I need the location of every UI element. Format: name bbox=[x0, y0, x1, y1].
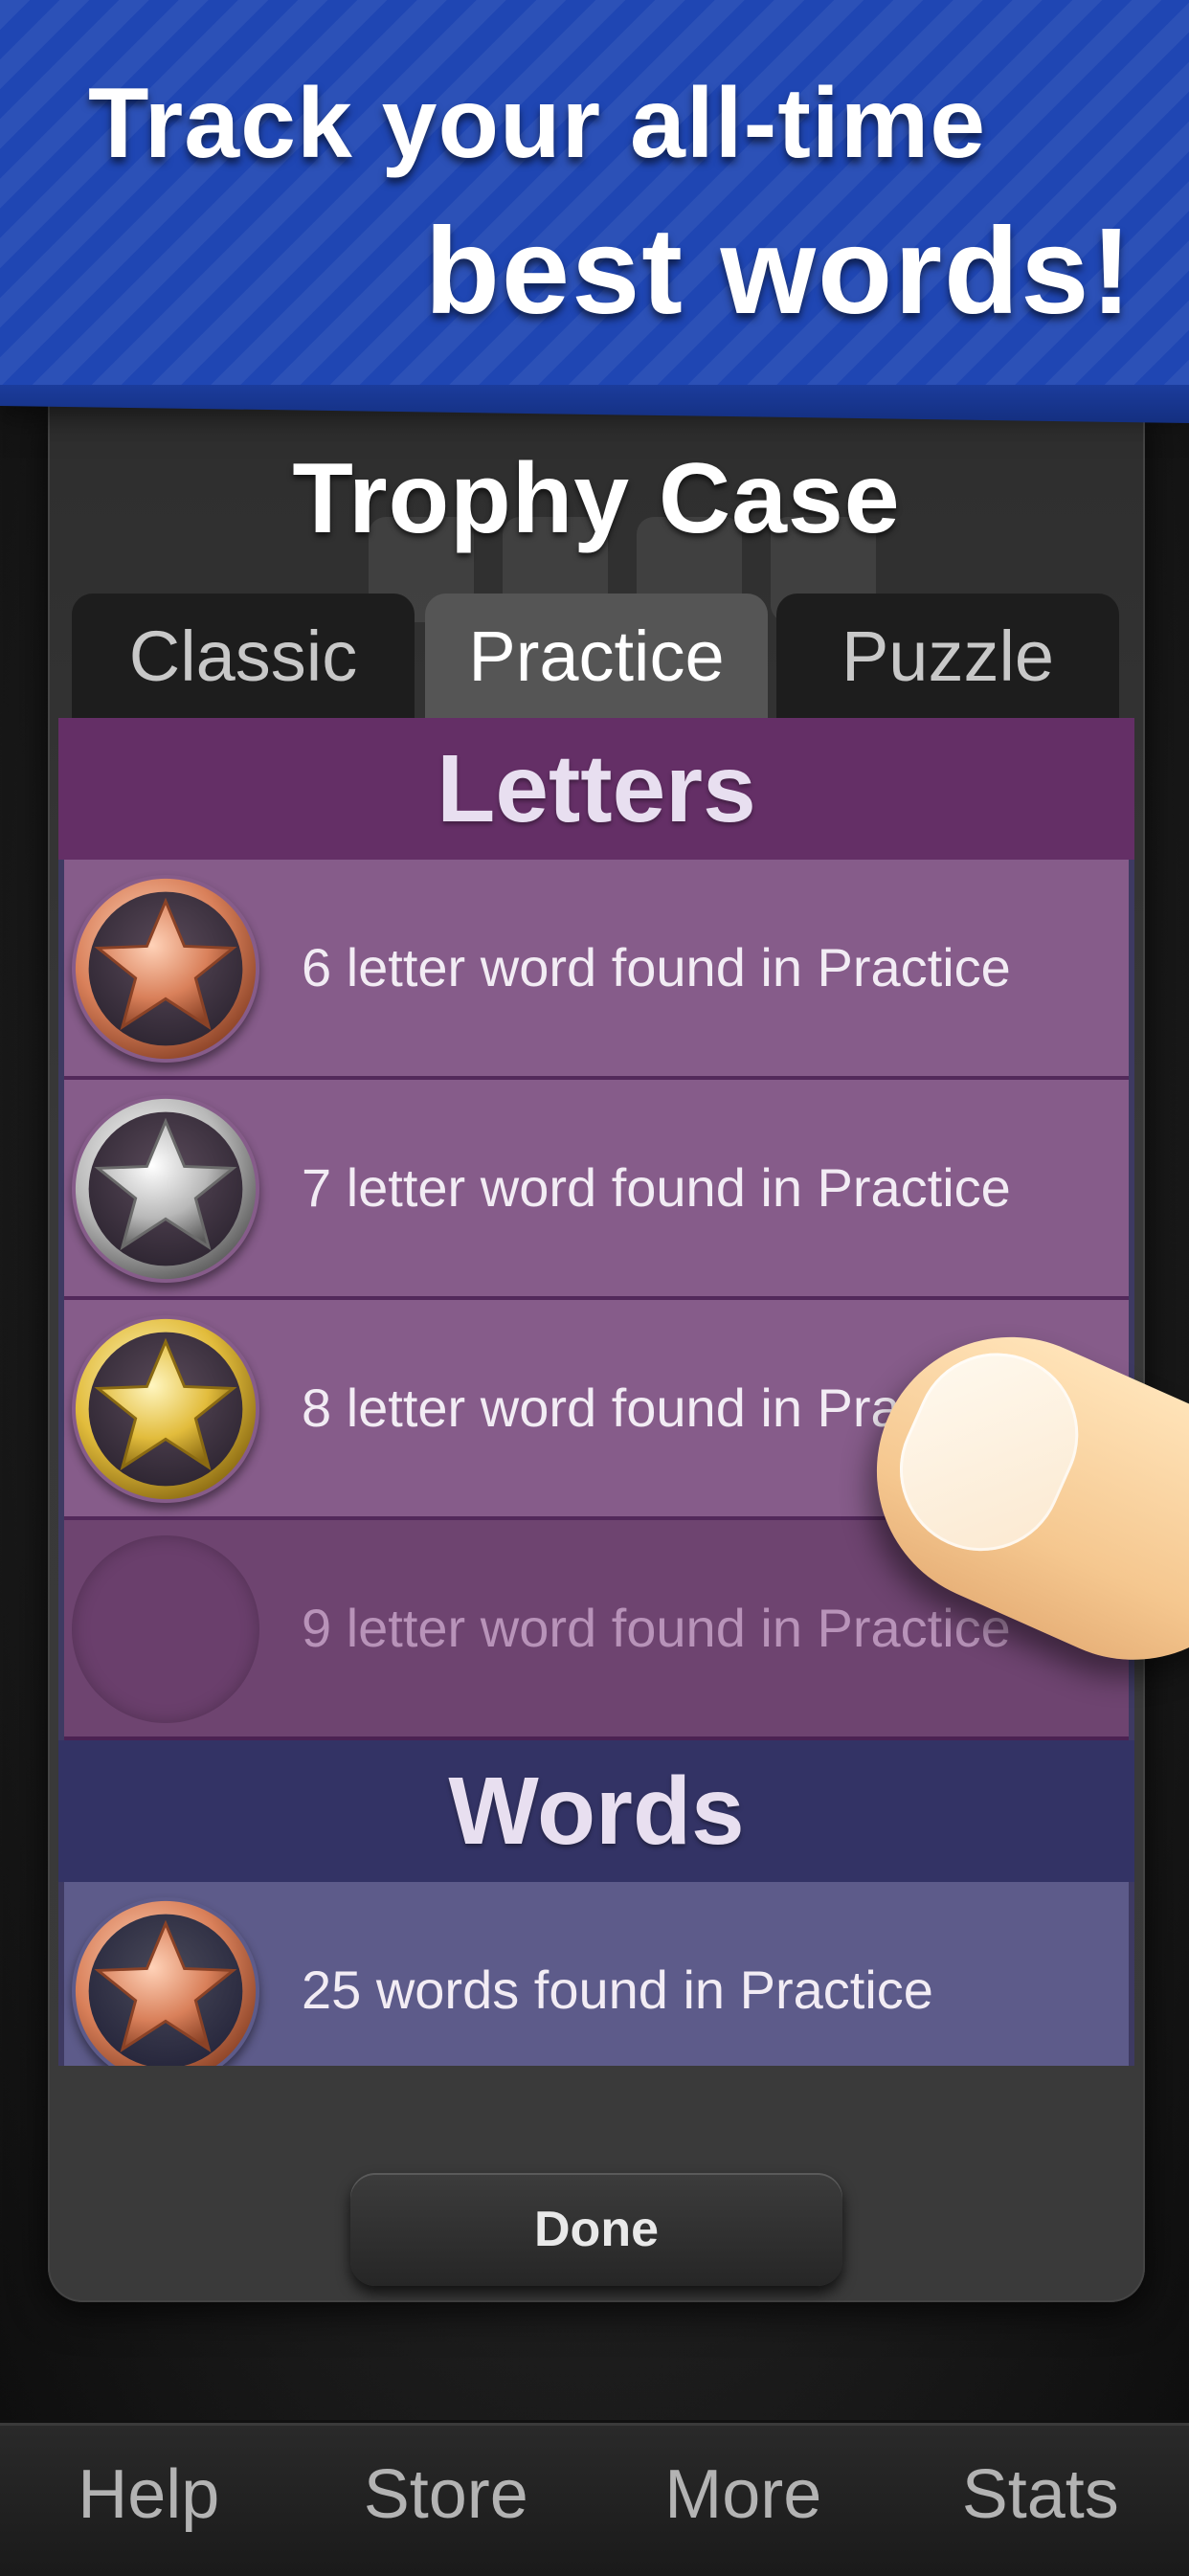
trophy-description: 25 words found in Practice bbox=[302, 1882, 933, 2066]
list-item[interactable]: 25 words found in Practice bbox=[64, 1882, 1129, 2066]
section-header-letters: Letters bbox=[58, 718, 1134, 860]
silver-star-medal-icon bbox=[72, 1095, 259, 1283]
trophy-description: 7 letter word found in Practice bbox=[302, 1080, 1011, 1296]
bottom-nav: Help Store More Stats bbox=[0, 2420, 1189, 2576]
nav-more[interactable]: More bbox=[594, 2423, 892, 2576]
nav-stats[interactable]: Stats bbox=[892, 2423, 1189, 2576]
list-item[interactable]: 6 letter word found in Practice bbox=[64, 860, 1129, 1080]
bronze-star-medal-icon bbox=[72, 1897, 259, 2066]
promo-banner: Track your all-time best words! bbox=[0, 0, 1189, 402]
done-button[interactable]: Done bbox=[350, 2173, 842, 2286]
banner-headline-line1: Track your all-time bbox=[88, 67, 986, 181]
trophy-description: 6 letter word found in Practice bbox=[302, 860, 1011, 1076]
nav-store[interactable]: Store bbox=[298, 2423, 595, 2576]
tab-practice[interactable]: Practice bbox=[425, 594, 768, 720]
page-title: Trophy Case bbox=[48, 442, 1145, 556]
tab-classic[interactable]: Classic bbox=[72, 594, 415, 720]
gold-star-medal-icon bbox=[72, 1315, 259, 1503]
bronze-star-medal-icon bbox=[72, 875, 259, 1063]
tab-puzzle[interactable]: Puzzle bbox=[776, 594, 1119, 720]
nav-help[interactable]: Help bbox=[0, 2423, 298, 2576]
locked-medal-icon bbox=[72, 1535, 259, 1723]
list-item[interactable]: 7 letter word found in Practice bbox=[64, 1080, 1129, 1300]
section-header-words: Words bbox=[58, 1740, 1134, 1882]
banner-headline-line2: best words! bbox=[425, 201, 1133, 342]
